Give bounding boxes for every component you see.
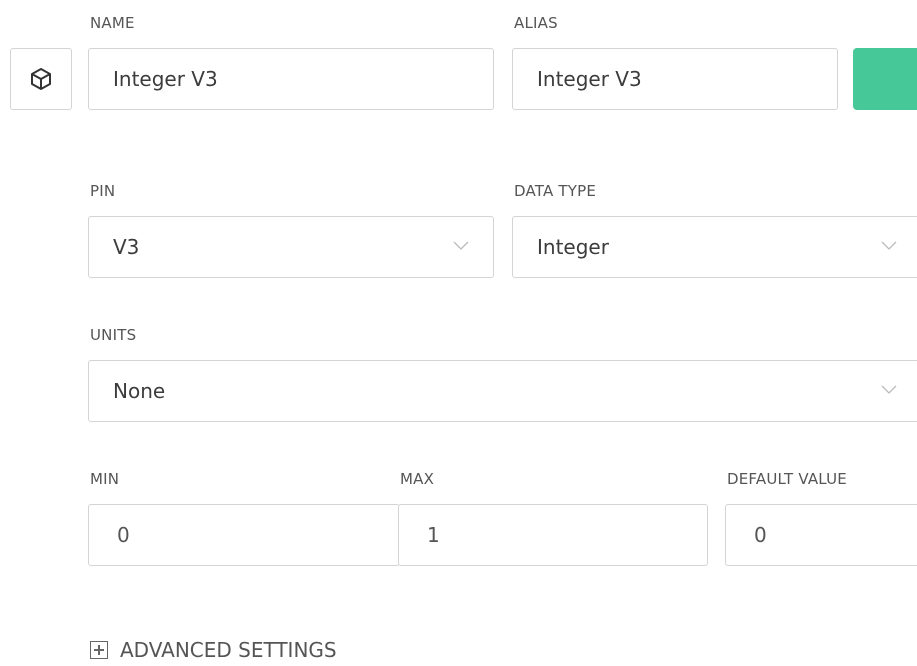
chevron-down-icon [881,241,897,250]
default-value-input-value: 0 [754,523,767,547]
max-label: MAX [400,470,435,488]
data-type-label: DATA TYPE [514,182,597,200]
pin-select[interactable]: V3 [88,216,494,278]
chevron-down-icon [881,385,897,394]
min-input[interactable]: 0 [88,504,400,566]
chevron-down-icon [453,241,469,250]
min-label: MIN [90,470,120,488]
data-type-select-value: Integer [537,235,609,259]
units-label: UNITS [90,326,137,344]
datastream-icon-button[interactable] [10,48,72,110]
name-label: NAME [90,14,135,32]
advanced-settings-label: ADVANCED SETTINGS [120,638,337,662]
alias-input-value: Integer V3 [537,67,642,91]
default-value-input[interactable]: 0 [725,504,917,566]
plus-square-icon [90,641,108,659]
data-type-select[interactable]: Integer [512,216,917,278]
pin-label: PIN [90,182,116,200]
default-value-label: DEFAULT VALUE [727,470,847,488]
name-input-value: Integer V3 [113,67,218,91]
datastream-form: NAME Integer V3 ALIAS Integer V3 PIN V3 … [0,0,917,666]
units-select-value: None [113,379,166,403]
advanced-settings-toggle[interactable]: ADVANCED SETTINGS [90,638,337,662]
alias-input[interactable]: Integer V3 [512,48,838,110]
min-input-value: 0 [117,523,130,547]
cube-icon [31,68,51,90]
name-input[interactable]: Integer V3 [88,48,494,110]
alias-label: ALIAS [514,14,558,32]
pin-select-value: V3 [113,235,140,259]
units-select[interactable]: None [88,360,917,422]
color-swatch-button[interactable] [853,48,917,110]
max-input-value: 1 [427,523,440,547]
max-input[interactable]: 1 [398,504,708,566]
